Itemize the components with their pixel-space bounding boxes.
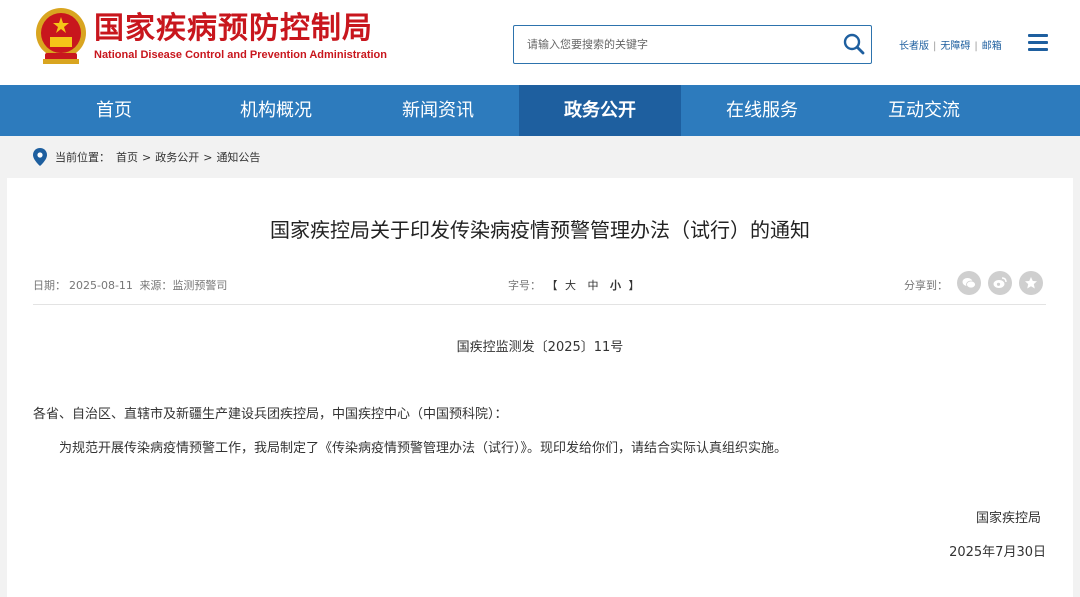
breadcrumb-home[interactable]: 首页 [116, 149, 138, 165]
share-label: 分享到： [904, 279, 948, 292]
site-logo-title[interactable]: 国家疾病预防控制局 [94, 10, 373, 48]
source-label: 来源： [139, 279, 173, 292]
bracket-open: 【 [546, 279, 558, 292]
font-size-small[interactable]: 小 [610, 279, 621, 292]
article-meta: 日期： 2025-08-11 来源：监测预警司 [33, 277, 227, 293]
body-paragraph: 为规范开展传染病疫情预警工作，我局制定了《传染病疫情预警管理办法（试行）》。现印… [59, 441, 788, 456]
date-label: 日期： [33, 279, 66, 292]
breadcrumb: 当前位置： 首页 > 政务公开 > 通知公告 [33, 146, 260, 168]
font-size-medium[interactable]: 中 [588, 279, 599, 292]
hamburger-menu-icon[interactable] [1028, 34, 1048, 51]
article-panel: 国家疾控局关于印发传染病疫情预警管理办法（试行）的通知 日期： 2025-08-1… [7, 178, 1073, 597]
weibo-icon[interactable] [988, 271, 1012, 295]
site-logo-subtitle: National Disease Control and Prevention … [94, 49, 387, 61]
salutation: 各省、自治区、直辖市及新疆生产建设兵团疾控局，中国疾控中心（中国预科院）： [33, 407, 508, 422]
nav-item-about[interactable]: 机构概况 [195, 85, 357, 136]
wechat-icon[interactable] [957, 271, 981, 295]
link-separator: | [974, 41, 978, 52]
font-size-selector: 字号： 【 大 中 小 】 [508, 277, 640, 293]
document-number: 国疾控监测发〔2025〕11号 [456, 340, 624, 355]
breadcrumb-notices[interactable]: 通知公告 [216, 149, 260, 165]
meta-divider [33, 304, 1046, 305]
top-links: 长者版 | 无障碍 | 邮箱 [899, 37, 1002, 52]
mailbox-link[interactable]: 邮箱 [982, 41, 1002, 52]
link-separator: | [933, 41, 937, 52]
source-value: 监测预警司 [172, 279, 228, 292]
signatory: 国家疾控局 [975, 511, 1041, 526]
nav-item-home[interactable]: 首页 [33, 85, 195, 136]
search-box [513, 25, 872, 64]
nav-item-online-services[interactable]: 在线服务 [681, 85, 843, 136]
bracket-close: 】 [628, 279, 640, 292]
main-nav: 首页 机构概况 新闻资讯 政务公开 在线服务 互动交流 [0, 85, 1080, 136]
accessibility-link[interactable]: 无障碍 [940, 41, 970, 52]
star-icon[interactable] [1019, 271, 1043, 295]
font-size-label: 字号： [508, 279, 541, 292]
site-header: 国家疾病预防控制局 National Disease Control and P… [0, 0, 1080, 85]
sign-date: 2025年7月30日 [949, 545, 1046, 560]
breadcrumb-prefix: 当前位置： [55, 151, 110, 164]
location-pin-icon [33, 148, 47, 166]
search-input[interactable] [514, 26, 834, 63]
breadcrumb-government-affairs[interactable]: 政务公开 [155, 149, 199, 165]
share-icons [957, 271, 1050, 295]
search-icon[interactable] [842, 32, 866, 56]
font-size-large[interactable]: 大 [565, 279, 576, 292]
nav-item-news[interactable]: 新闻资讯 [357, 85, 519, 136]
breadcrumb-separator: > [142, 150, 152, 164]
nav-item-interaction[interactable]: 互动交流 [843, 85, 1005, 136]
nav-item-government-affairs[interactable]: 政务公开 [519, 85, 681, 136]
elder-mode-link[interactable]: 长者版 [899, 41, 929, 52]
national-emblem-icon [36, 8, 86, 64]
article-title: 国家疾控局关于印发传染病疫情预警管理办法（试行）的通知 [270, 218, 810, 242]
breadcrumb-separator: > [203, 150, 213, 164]
publish-date: 2025-08-11 [69, 279, 133, 292]
